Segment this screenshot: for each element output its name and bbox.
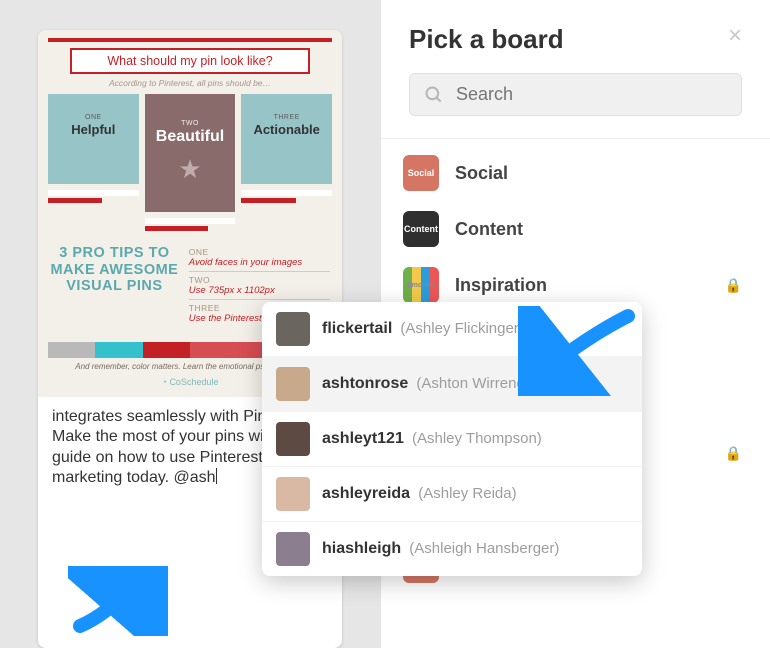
mention-fullname: (Ashleigh Hansberger) <box>405 540 559 557</box>
tips-heading: 3 PRO TIPS TO MAKE AWESOME VISUAL PINS <box>50 245 179 330</box>
mention-fullname: (Ashley Flickinger) <box>396 320 524 337</box>
annotation-arrow <box>68 566 168 636</box>
board-thumbnail: Content <box>403 211 439 247</box>
avatar <box>276 422 310 456</box>
board-thumbnail: Emotion <box>403 267 439 303</box>
mention-username: ashleyt121 <box>322 430 404 447</box>
search-field[interactable] <box>409 73 742 116</box>
board-row[interactable]: Content Content <box>381 201 770 257</box>
board-name: Content <box>455 219 742 240</box>
mention-suggestion[interactable]: hiashleigh (Ashleigh Hansberger) <box>262 522 642 576</box>
avatar <box>276 477 310 511</box>
infographic-title: What should my pin look like? <box>70 48 310 74</box>
avatar <box>276 312 310 346</box>
avatar <box>276 367 310 401</box>
mention-username: ashleyreida <box>322 485 410 502</box>
search-icon <box>424 85 444 105</box>
lock-icon: 🔒 <box>725 277 742 294</box>
mention-fullname: (Ashley Thompson) <box>408 430 542 447</box>
annotation-arrow <box>518 306 638 396</box>
lock-icon: 🔒 <box>725 445 742 462</box>
mention-fullname: (Ashley Reida) <box>414 485 517 502</box>
star-icon: ★ <box>178 154 201 185</box>
avatar <box>276 532 310 566</box>
board-thumbnail: Social <box>403 155 439 191</box>
mention-username: flickertail <box>322 320 392 337</box>
mention-suggestion[interactable]: ashleyt121 (Ashley Thompson) <box>262 412 642 467</box>
mention-suggestion[interactable]: ashleyreida (Ashley Reida) <box>262 467 642 522</box>
panel-title: Pick a board <box>409 24 742 55</box>
mention-username: hiashleigh <box>322 540 401 557</box>
mention-username: ashtonrose <box>322 375 408 392</box>
board-name: Inspiration <box>455 275 725 296</box>
infographic-subtitle: According to Pinterest, all pins should … <box>48 78 332 88</box>
close-icon[interactable]: × <box>728 22 742 50</box>
board-row[interactable]: Social Social <box>381 145 770 201</box>
search-input[interactable] <box>456 84 727 105</box>
board-name: Social <box>455 163 742 184</box>
